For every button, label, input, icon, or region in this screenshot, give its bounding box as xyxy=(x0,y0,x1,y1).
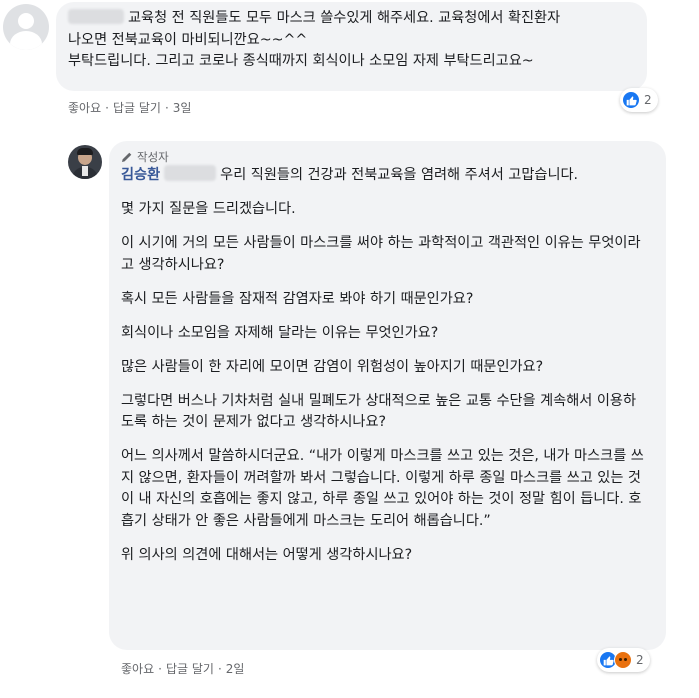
reply-reactions[interactable]: 2 xyxy=(597,648,650,672)
author-name-link[interactable]: 김승환 xyxy=(121,167,160,183)
comment-actions: 좋아요 · 답글 달기 · 3일 xyxy=(68,99,192,116)
timestamp[interactable]: 3일 xyxy=(173,99,192,116)
angry-reaction-icon xyxy=(614,651,632,669)
author-avatar[interactable] xyxy=(68,145,102,179)
like-link[interactable]: 좋아요 xyxy=(68,99,101,116)
reaction-count: 2 xyxy=(644,93,652,107)
blurred-name xyxy=(164,165,217,181)
reaction-count: 2 xyxy=(636,653,644,667)
reply-actions: 좋아요 · 답글 달기 · 2일 xyxy=(121,660,245,677)
reply-link[interactable]: 답글 달기 xyxy=(113,99,161,116)
commenter-avatar[interactable] xyxy=(3,4,49,50)
blurred-name xyxy=(68,9,124,24)
pencil-icon xyxy=(122,152,132,162)
default-avatar-head xyxy=(18,13,34,29)
like-link[interactable]: 좋아요 xyxy=(121,660,154,677)
author-badge: 작성자 xyxy=(121,149,169,165)
comment-reactions[interactable]: 2 xyxy=(620,88,658,112)
timestamp[interactable]: 2일 xyxy=(226,660,245,677)
reply-link[interactable]: 답글 달기 xyxy=(166,660,214,677)
comment-text: 교육청 전 직원들도 모두 마스크 쓸수있게 해주세요. 교육청에서 확진환자 … xyxy=(68,9,561,69)
reply-text: 김승환 우리 직원들의 건강과 전북교육을 염려해 주셔서 고맙습니다. 몇 가지… xyxy=(121,165,644,563)
like-reaction-icon xyxy=(622,91,640,109)
reply-bubble: 김승환 우리 직원들의 건강과 전북교육을 염려해 주셔서 고맙습니다. 몇 가지… xyxy=(109,141,666,650)
comment-bubble: 교육청 전 직원들도 모두 마스크 쓸수있게 해주세요. 교육청에서 확진환자 … xyxy=(56,2,647,91)
default-avatar-body xyxy=(10,31,42,50)
